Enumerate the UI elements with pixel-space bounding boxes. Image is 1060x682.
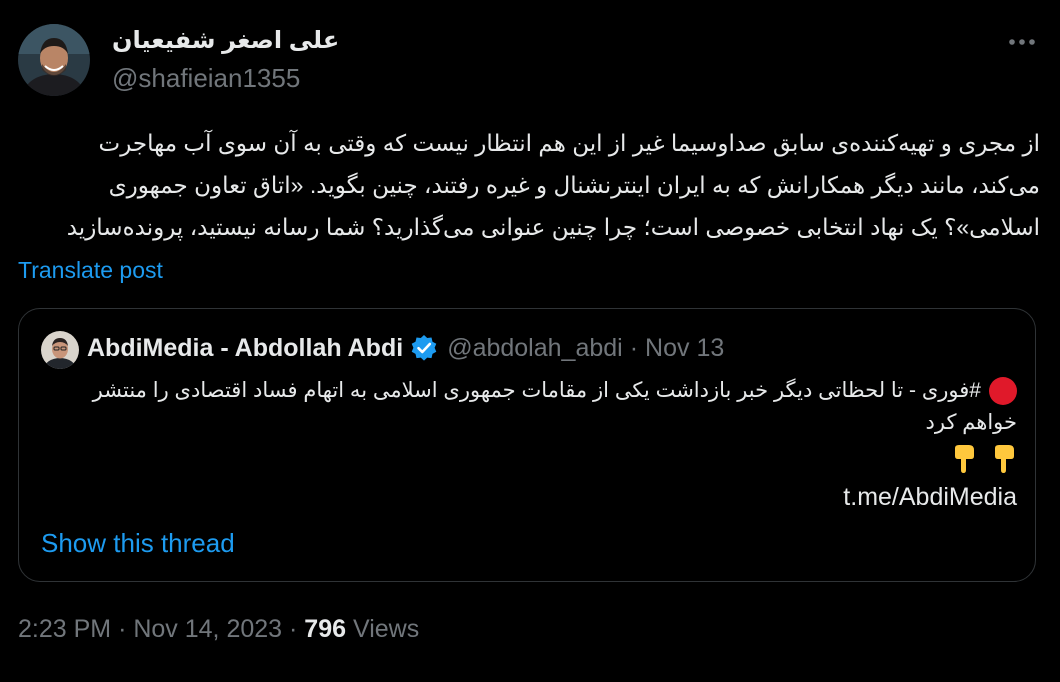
show-thread-link[interactable]: Show this thread — [41, 528, 235, 559]
pointing-down-emojis — [41, 443, 1017, 479]
tweet-time[interactable]: 2:23 PM — [18, 615, 111, 643]
quoted-author-handle[interactable]: @abdolah_abdi — [447, 334, 623, 363]
pointing-down-icon — [955, 445, 975, 474]
person-avatar-icon — [18, 24, 90, 96]
pointing-down-icon — [995, 445, 1014, 474]
hashtag-link[interactable]: #فوری — [922, 379, 981, 402]
tweet-text-line: می‌کند، مانند دیگر همکارانش که به ایران … — [108, 172, 1040, 198]
quoted-author-avatar[interactable] — [41, 331, 79, 369]
tweet-text: از مجری و تهیه‌کننده‌ی سابق صداوسیما غیر… — [20, 122, 1040, 248]
separator-dot: · — [118, 615, 127, 643]
tweet-date[interactable]: Nov 14, 2023 — [133, 615, 282, 643]
quoted-tweet-body: #فوری - تا لحظاتی دیگر خبر بازداشت یکی ا… — [41, 375, 1017, 515]
views-count[interactable]: 796 — [304, 615, 346, 643]
separator-dot: · — [629, 333, 639, 362]
quoted-tweet-card[interactable]: AbdiMedia - Abdollah Abdi @abdolah_abdi … — [18, 308, 1036, 582]
quoted-tweet-date[interactable]: Nov 13 — [645, 334, 724, 363]
quoted-tweet-header: AbdiMedia - Abdollah Abdi @abdolah_abdi … — [87, 333, 724, 363]
tweet-text-line: اسلامی»؟ یک نهاد انتخابی خصوصی است؛ چرا … — [66, 214, 1040, 240]
telegram-link[interactable]: t.me/AbdiMedia — [41, 479, 1017, 515]
author-handle[interactable]: @shafieian1355 — [112, 63, 300, 94]
more-dots-icon — [1009, 39, 1035, 45]
quoted-body-text: - تا لحظاتی دیگر خبر بازداشت یکی از مقام… — [92, 379, 922, 402]
verified-badge-icon — [409, 333, 439, 363]
more-options-button[interactable] — [1006, 32, 1038, 52]
red-circle-icon — [989, 377, 1017, 406]
quoted-author-name[interactable]: AbdiMedia - Abdollah Abdi — [87, 334, 403, 363]
author-display-name[interactable]: علی اصغر شفیعیان — [112, 26, 339, 55]
person-avatar-icon — [41, 331, 79, 369]
tweet-text-line: از مجری و تهیه‌کننده‌ی سابق صداوسیما غیر… — [98, 130, 1040, 156]
tweet-meta: 2:23 PM · Nov 14, 2023 · 796 Views — [18, 615, 419, 644]
author-avatar[interactable] — [18, 24, 90, 96]
quoted-body-line: #فوری - تا لحظاتی دیگر خبر بازداشت یکی ا… — [41, 375, 1017, 407]
views-label: Views — [352, 615, 420, 643]
quoted-body-line: خواهم کرد — [925, 411, 1018, 434]
translate-post-link[interactable]: Translate post — [18, 257, 163, 284]
separator-dot: · — [289, 615, 298, 643]
